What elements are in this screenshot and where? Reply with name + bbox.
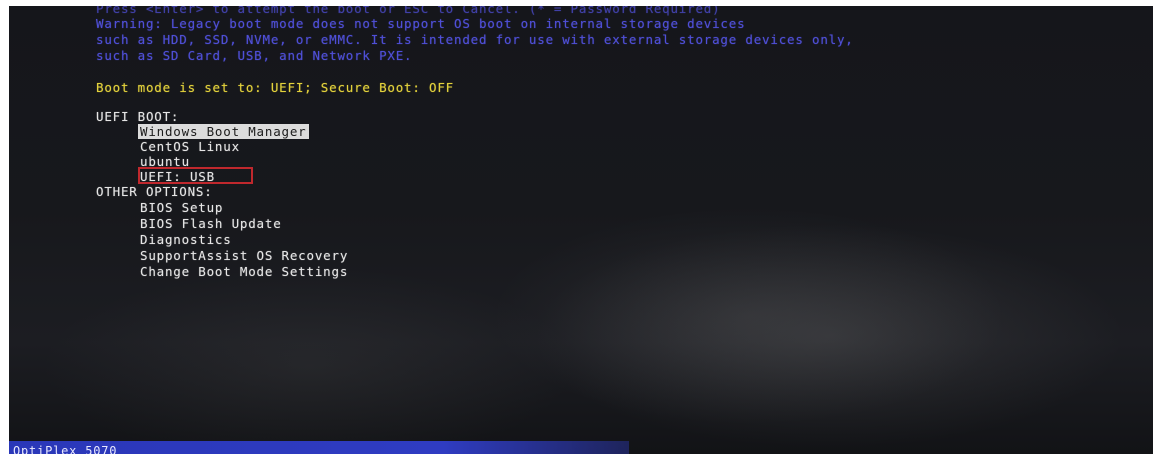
warning-line-3: such as SD Card, USB, and Network PXE. (96, 48, 413, 63)
screen-glare (489, 206, 1009, 426)
boot-option-centos-linux[interactable]: CentOS Linux (140, 139, 240, 155)
boot-mode-status: Boot mode is set to: UEFI; Secure Boot: … (96, 80, 455, 95)
warning-line-2: such as HDD, SSD, NVMe, or eMMC. It is i… (96, 32, 854, 47)
usb-annotation-box (138, 167, 253, 184)
footer-bar: OptiPlex 5070 (9, 441, 629, 454)
boot-option-label: Windows Boot Manager (138, 124, 309, 139)
option-supportassist-os-recovery[interactable]: SupportAssist OS Recovery (140, 248, 348, 264)
photo-frame: Press <Enter> to attempt the boot or ESC… (0, 0, 1153, 454)
boot-option-windows-boot-manager[interactable]: Windows Boot Manager (138, 124, 309, 140)
uefi-boot-header: UEFI BOOT: (96, 109, 180, 124)
warning-line-1: Warning: Legacy boot mode does not suppo… (96, 16, 746, 31)
option-change-boot-mode-settings[interactable]: Change Boot Mode Settings (140, 264, 348, 280)
other-options-header: OTHER OPTIONS: (96, 184, 213, 199)
option-bios-flash-update[interactable]: BIOS Flash Update (140, 216, 282, 232)
boot-menu-screen: Press <Enter> to attempt the boot or ESC… (9, 6, 1153, 454)
model-name: OptiPlex 5070 (13, 444, 118, 454)
option-bios-setup[interactable]: BIOS Setup (140, 200, 223, 216)
option-diagnostics[interactable]: Diagnostics (140, 232, 232, 248)
